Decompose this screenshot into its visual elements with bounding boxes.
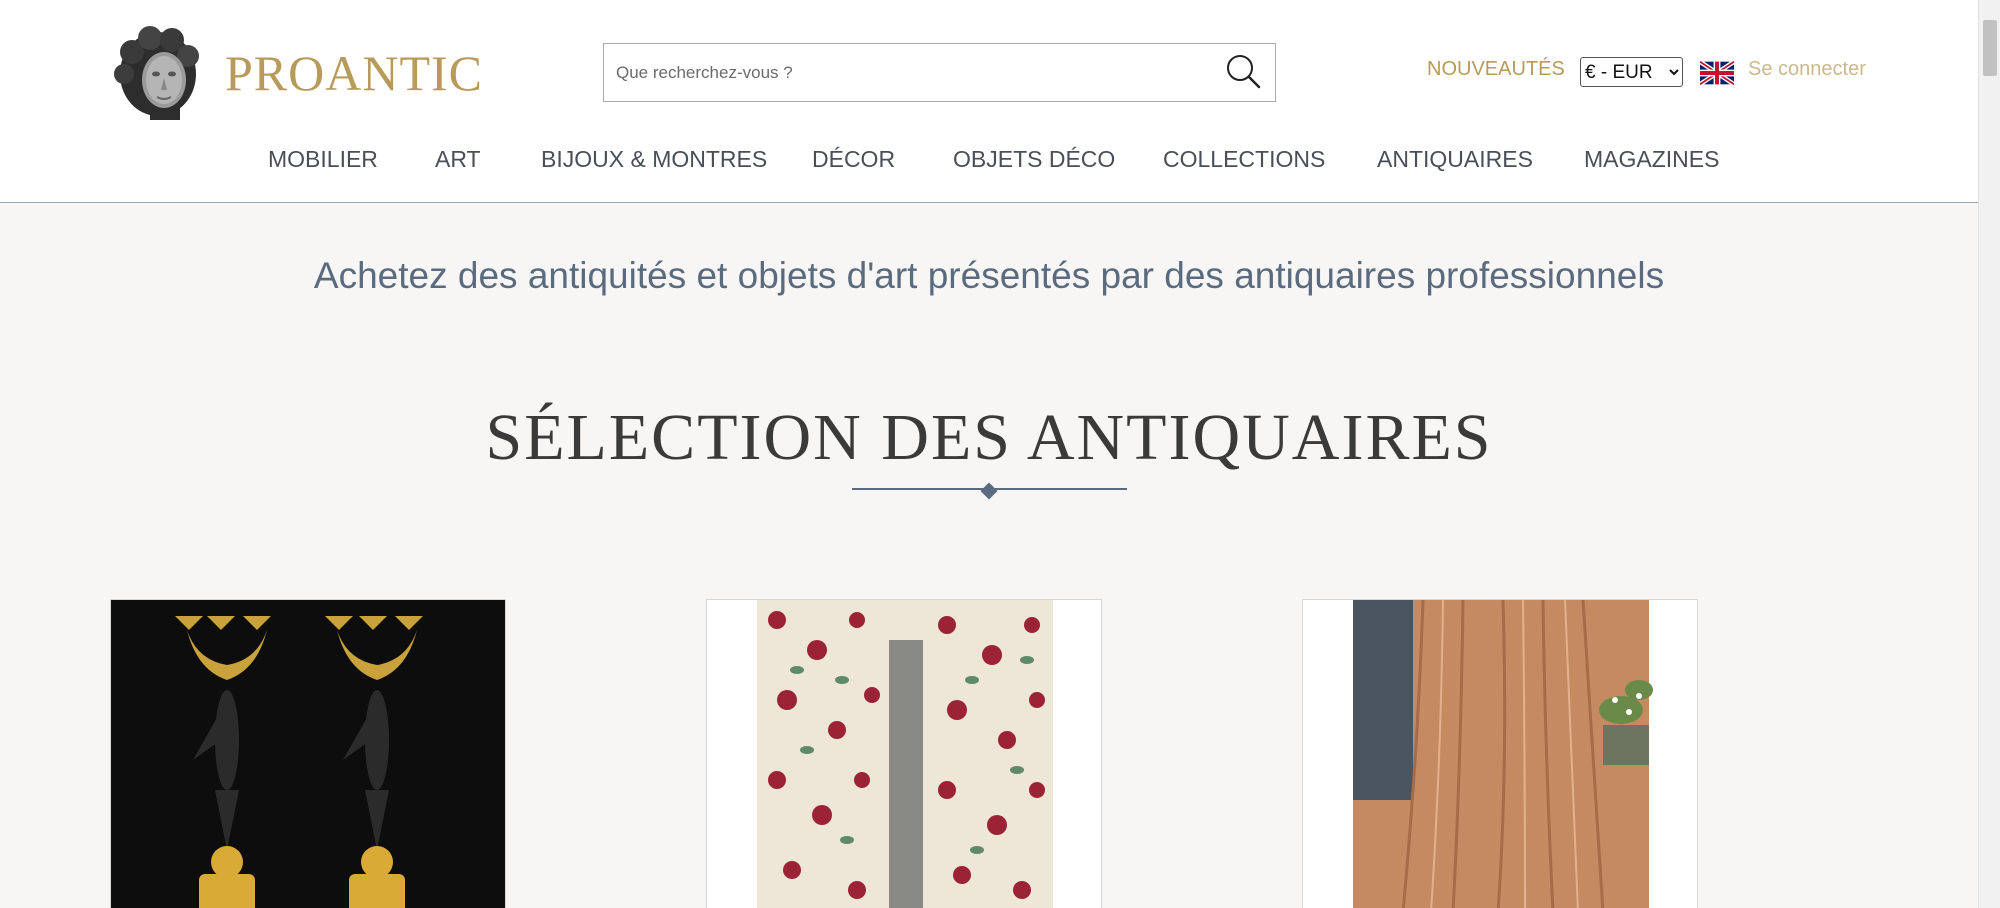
nav-item-collections[interactable]: COLLECTIONS xyxy=(1163,146,1325,173)
nav-item-objets-deco[interactable]: OBJETS DÉCO xyxy=(953,146,1115,173)
search-icon[interactable] xyxy=(1224,52,1262,90)
scrollbar-thumb[interactable] xyxy=(1983,20,1997,76)
nav-item-magazines[interactable]: MAGAZINES xyxy=(1584,146,1719,173)
floral-curtains-image xyxy=(707,600,1101,908)
title-divider-diamond xyxy=(980,482,998,500)
page-scrollbar[interactable] xyxy=(1978,0,2000,908)
nav-item-antiquaires[interactable]: ANTIQUAIRES xyxy=(1377,146,1533,173)
uk-flag-icon[interactable] xyxy=(1700,61,1734,85)
new-arrivals-link[interactable]: NOUVEAUTÉS xyxy=(1427,58,1565,81)
section-title: SÉLECTION DES ANTIQUAIRES xyxy=(485,401,1493,474)
search-input[interactable] xyxy=(616,44,1206,101)
nav-item-decor[interactable]: DÉCOR xyxy=(812,146,895,173)
product-card-candelabra[interactable] xyxy=(110,599,506,908)
silk-curtains-image xyxy=(1303,600,1697,908)
site-header: PROANTIC NOUVEAUTÉS € - EUR Se connecter… xyxy=(0,0,1978,203)
nav-item-bijoux-montres[interactable]: BIJOUX & MONTRES xyxy=(541,146,767,173)
currency-select[interactable]: € - EUR xyxy=(1580,57,1683,87)
login-link[interactable]: Se connecter xyxy=(1748,58,1866,81)
nav-item-art[interactable]: ART xyxy=(435,146,481,173)
product-card-silk-curtains[interactable] xyxy=(1302,599,1698,908)
page-tagline: Achetez des antiquités et objets d'art p… xyxy=(313,255,1665,296)
logo-bust-icon[interactable] xyxy=(110,22,210,122)
nav-item-mobilier[interactable]: MOBILIER xyxy=(268,146,378,173)
product-card-floral-curtains[interactable] xyxy=(706,599,1102,908)
logo-text[interactable]: PROANTIC xyxy=(225,44,483,102)
candelabra-image xyxy=(111,600,505,908)
search-box xyxy=(603,43,1276,102)
